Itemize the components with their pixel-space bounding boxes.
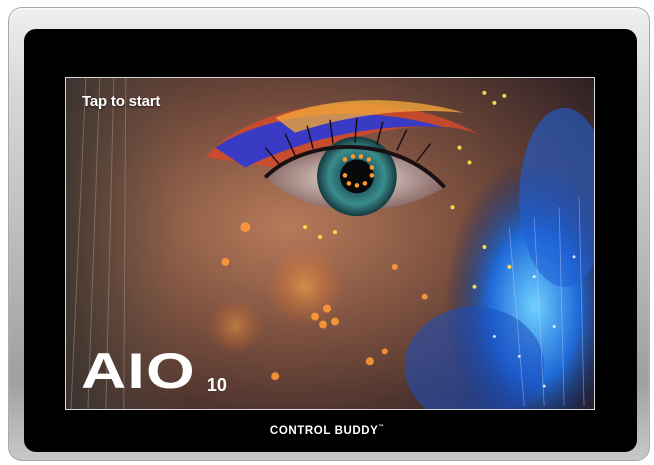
product-model: 10 bbox=[206, 375, 227, 395]
touch-screen[interactable]: Tap to start AIO 10 bbox=[65, 77, 595, 410]
tap-to-start-label[interactable]: Tap to start bbox=[82, 93, 160, 110]
product-logo: AIO 10 bbox=[81, 343, 227, 399]
brand-trademark: ™ bbox=[378, 424, 385, 430]
product-name: AIO bbox=[81, 343, 196, 399]
brand-name: CONTROL BUDDY bbox=[269, 425, 379, 437]
brand-label: CONTROL BUDDY™ bbox=[0, 424, 654, 437]
